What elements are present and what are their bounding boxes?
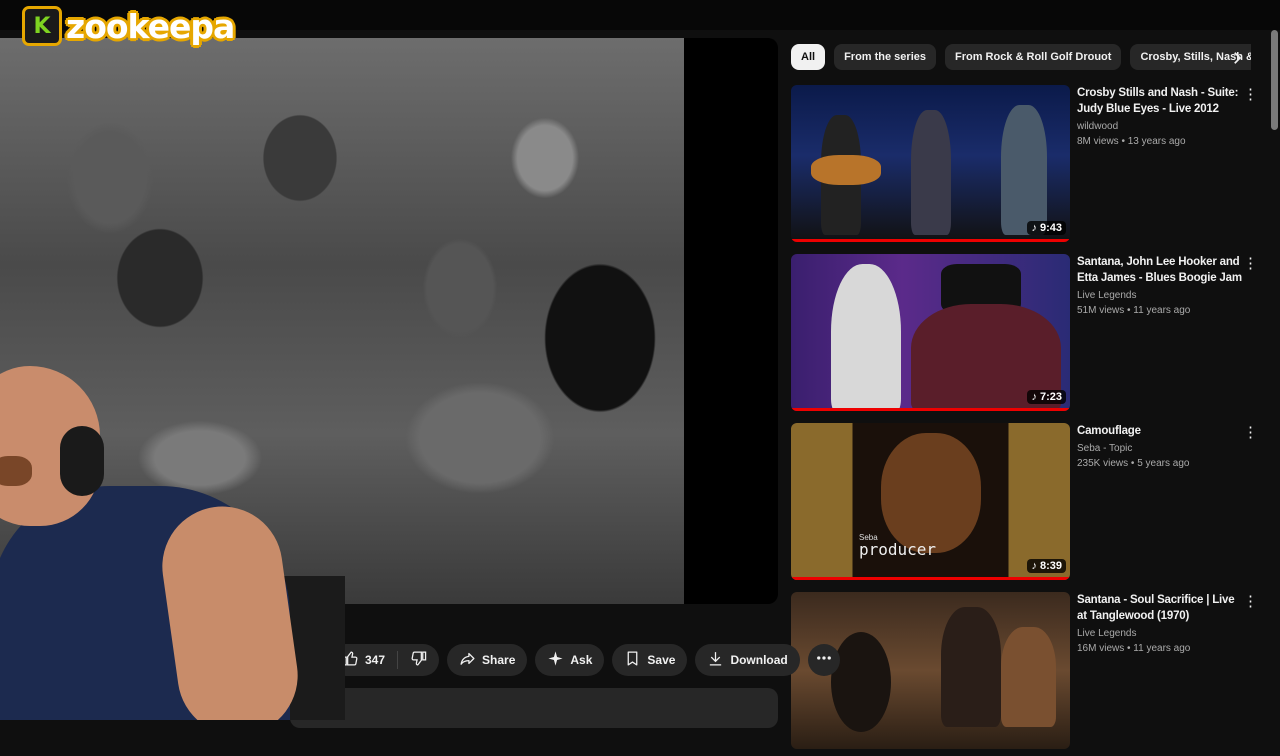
performer-figure [911,110,951,235]
performer-figure [831,264,901,411]
video-meta: Camouflage Seba - Topic 235K views • 5 y… [1077,423,1242,469]
duration-badge: ♪ 8:39 [1027,559,1066,573]
chip-all[interactable]: All [791,44,826,70]
chip-from-series[interactable]: From the series [834,44,936,70]
thumbs-down-icon [410,650,427,670]
video-title[interactable]: Santana - Soul Sacrifice | Live at Tangl… [1077,592,1242,624]
video-thumbnail[interactable]: Seba producer ♪ 8:39 [791,423,1070,580]
logo-badge: K [22,6,62,46]
more-actions-button[interactable] [807,644,840,676]
video-thumbnail[interactable]: ♪ 7:23 [791,254,1070,411]
video-stats: 8M views • 13 years ago [1077,136,1186,147]
share-label: Share [482,653,516,667]
sparkle-icon [547,650,564,670]
streamer-logo-overlay: K zookeepa [22,6,235,46]
channel-name[interactable]: Live Legends [1077,628,1242,639]
share-button[interactable]: Share [447,644,528,676]
more-vert-icon[interactable]: ⋮ [1243,594,1258,612]
headphones [60,426,104,496]
video-title[interactable]: Crosby Stills and Nash - Suite: Judy Blu… [1077,85,1242,117]
description-box[interactable] [290,688,778,728]
duration-badge: ♪ 7:23 [1027,390,1066,404]
ask-button[interactable]: Ask [535,644,605,676]
duration-text: 7:23 [1039,391,1062,403]
performer-figure [831,632,891,732]
like-count: 347 [365,653,386,667]
watch-progress-bar [791,239,1070,242]
video-meta: Crosby Stills and Nash - Suite: Judy Blu… [1077,85,1242,147]
recommendation-item[interactable]: Seba producer ♪ 8:39 Camouflage Seba - T… [791,423,1261,587]
video-actions-bar: 347 Share Ask Save Download [330,644,840,676]
guitar-figure [811,155,881,185]
video-meta: Santana - Soul Sacrifice | Live at Tangl… [1077,592,1242,654]
bookmark-icon [624,650,641,670]
music-note-icon: ♪ [1031,560,1037,572]
logo-text: zookeepa [66,6,235,46]
watch-progress-bar [791,577,1070,580]
album-title-text: producer [859,540,937,559]
scrollbar-thumb[interactable] [1271,30,1278,130]
channel-name[interactable]: Live Legends [1077,290,1242,301]
performer-figure [1001,627,1056,727]
video-stats: 235K views • 5 years ago [1077,458,1190,469]
like-dislike-group: 347 [330,644,440,676]
share-arrow-icon [459,650,476,670]
duration-text: 8:39 [1039,560,1062,572]
performer-figure [1001,105,1047,235]
duration-text: 9:43 [1039,222,1062,234]
album-face-figure [881,433,981,553]
performer-figure [941,607,1001,727]
recommendation-item[interactable]: Santana - Soul Sacrifice | Live at Tangl… [791,592,1261,756]
sunglasses [0,456,32,486]
channel-name[interactable]: wildwood [1077,121,1242,132]
video-thumbnail[interactable]: ♪ 9:43 [791,85,1070,242]
more-vert-icon[interactable]: ⋮ [1243,87,1258,105]
music-note-icon: ♪ [1031,222,1037,234]
more-vert-icon[interactable]: ⋮ [1243,425,1258,443]
music-note-icon: ♪ [1031,391,1037,403]
video-title[interactable]: Santana, John Lee Hooker and Etta James … [1077,254,1242,286]
video-stats: 16M views • 11 years ago [1077,643,1191,654]
more-vert-icon[interactable]: ⋮ [1243,256,1258,274]
recommendation-item[interactable]: ♪ 9:43 Crosby Stills and Nash - Suite: J… [791,85,1261,249]
video-meta: Santana, John Lee Hooker and Etta James … [1077,254,1242,316]
download-icon [707,650,724,670]
more-horizontal-icon [815,649,833,672]
filter-chips: All From the series From Rock & Roll Gol… [791,44,1251,70]
chip-from-rock-roll[interactable]: From Rock & Roll Golf Drouot [944,44,1122,70]
watch-progress-bar [791,408,1070,411]
ask-label: Ask [570,653,593,667]
channel-name[interactable]: Seba - Topic [1077,443,1242,454]
download-button[interactable]: Download [695,644,800,676]
save-button[interactable]: Save [612,644,688,676]
download-label: Download [730,653,788,667]
video-title[interactable]: Camouflage [1077,423,1242,439]
recommendation-item[interactable]: ♪ 7:23 Santana, John Lee Hooker and Etta… [791,254,1261,418]
chevron-right-icon[interactable] [1228,48,1246,68]
dislike-button[interactable] [398,644,439,676]
webcam-overlay [0,356,345,720]
save-label: Save [647,653,676,667]
duration-badge: ♪ 9:43 [1027,221,1066,235]
video-stats: 51M views • 11 years ago [1077,305,1191,316]
